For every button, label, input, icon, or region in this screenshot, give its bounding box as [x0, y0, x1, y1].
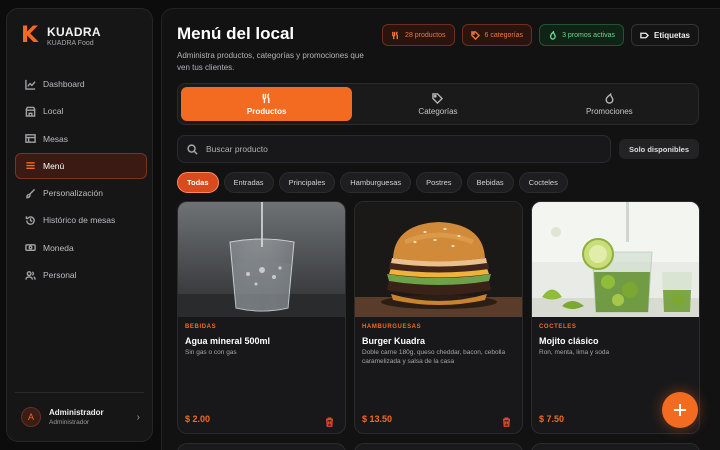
utensils-icon [392, 30, 399, 39]
sidebar: K KUADRA KUADRA Food Dashboard Local Mes… [6, 8, 153, 442]
tab-label: Productos [246, 106, 287, 116]
available-only-button[interactable]: Solo disponibles [619, 139, 700, 159]
banknote-icon [25, 244, 36, 252]
chip-hamburguesas[interactable]: Hamburguesas [340, 172, 412, 193]
chip-entradas[interactable]: Entradas [223, 172, 274, 193]
product-name: Agua mineral 500ml [185, 336, 271, 346]
store-icon [25, 106, 36, 117]
sidebar-divider [15, 392, 144, 393]
user-name: Administrador [49, 408, 104, 417]
sidebar-item-label: Personalización [43, 188, 104, 199]
products-count-badge: 28 productos [382, 24, 455, 46]
sidebar-item-label: Local [43, 106, 64, 117]
chart-line-icon [25, 79, 36, 90]
plus-icon [674, 404, 686, 416]
category-filter-chips: Todas Entradas Principales Hamburguesas … [177, 172, 568, 193]
sidebar-item-label: Moneda [43, 242, 74, 253]
brand-logo: K [21, 23, 39, 48]
product-card[interactable]: BEBIDAS Agua mineral 500ml Sin gas o con… [177, 201, 346, 434]
sidebar-item-label: Personal [43, 270, 77, 281]
search-input[interactable] [206, 144, 586, 154]
chip-postres[interactable]: Postres [416, 172, 462, 193]
brand[interactable]: K KUADRA KUADRA Food [21, 23, 101, 48]
product-card[interactable]: HAMBURGUESAS Burger Kuadra Doble carne 1… [354, 201, 523, 434]
product-category: HAMBURGUESAS [362, 324, 422, 330]
tab-promociones[interactable]: Promociones [524, 87, 695, 121]
sidebar-item-personalizacion[interactable]: Personalización [15, 180, 147, 206]
sidebar-item-mesas[interactable]: Mesas [15, 126, 147, 152]
product-category: BEBIDAS [185, 324, 217, 330]
users-icon [25, 270, 36, 280]
product-grid: BEBIDAS Agua mineral 500ml Sin gas o con… [177, 201, 700, 434]
sidebar-nav: Dashboard Local Mesas Menú Personalizaci… [15, 71, 147, 289]
utensils-icon [262, 92, 270, 103]
product-description: Sin gas o con gas [185, 349, 237, 356]
sidebar-item-label: Dashboard [43, 79, 85, 89]
product-price: $ 13.50 [362, 414, 393, 424]
tab-categorias[interactable]: Categorías [352, 87, 523, 121]
flame-icon [605, 92, 614, 104]
add-product-button[interactable] [662, 392, 698, 428]
sidebar-item-label: Menú [43, 160, 65, 171]
sidebar-item-dashboard[interactable]: Dashboard [15, 71, 147, 97]
chip-principales[interactable]: Principales [278, 172, 336, 193]
brand-name: KUADRA [47, 25, 101, 39]
products-count-label: 28 productos [405, 31, 446, 39]
user-profile[interactable]: A Administrador Administrador › [21, 407, 140, 427]
search-box [177, 135, 611, 163]
categories-count-badge: 6 categorías [461, 24, 533, 46]
trash-icon[interactable] [502, 414, 511, 427]
stats-badges: 28 productos 6 categorías 3 promos activ… [382, 24, 699, 46]
tab-label: Promociones [585, 106, 633, 116]
main-panel: Menú del local Administra productos, cat… [161, 8, 720, 450]
tags-button[interactable]: Etiquetas [630, 24, 699, 46]
product-image-water [178, 202, 345, 317]
chip-bebidas[interactable]: Bebidas [466, 172, 514, 193]
sidebar-item-local[interactable]: Local [15, 98, 147, 124]
tag-icon [470, 30, 480, 40]
product-card[interactable] [354, 443, 523, 450]
sidebar-item-menu[interactable]: Menú [15, 152, 147, 179]
product-name: Burger Kuadra [362, 336, 426, 346]
chip-todas[interactable]: Todas [177, 172, 219, 193]
brush-icon [26, 188, 36, 199]
product-description: Ron, menta, lima y soda [539, 349, 610, 356]
product-image-burger [355, 202, 522, 317]
chevron-right-icon: › [136, 411, 140, 423]
sidebar-item-label: Mesas [43, 133, 69, 144]
tab-label: Categorías [418, 106, 458, 116]
tag-icon [432, 92, 444, 104]
product-price: $ 2.00 [185, 414, 211, 424]
menu-tabs: Productos Categorías Promociones [177, 83, 699, 125]
flame-icon [550, 30, 556, 40]
categories-count-label: 6 categorías [484, 31, 524, 39]
sidebar-item-personal[interactable]: Personal [15, 262, 147, 288]
product-card[interactable] [177, 443, 346, 450]
sidebar-item-historico[interactable]: Histórico de mesas [15, 207, 147, 233]
product-category: COCTELES [539, 324, 577, 330]
menu-icon [26, 162, 35, 170]
page-description: Administra productos, categorías y promo… [177, 51, 364, 72]
product-image-mojito [532, 202, 699, 317]
history-icon [25, 216, 35, 225]
table-icon [25, 134, 36, 143]
brand-subtitle: KUADRA Food [47, 40, 94, 47]
page-title: Menú del local [177, 24, 295, 43]
product-price: $ 7.50 [539, 414, 565, 424]
sidebar-item-label: Histórico de mesas [43, 215, 116, 226]
product-description: Doble carne 180g, queso cheddar, bacon, … [362, 349, 506, 365]
sidebar-item-moneda[interactable]: Moneda [15, 235, 147, 261]
label-icon [640, 32, 649, 38]
user-role: Administrador [49, 419, 90, 426]
product-name: Mojito clásico [539, 336, 599, 346]
avatar: A [21, 407, 41, 427]
promos-count-label: 3 promos activas [562, 31, 615, 39]
tags-button-label: Etiquetas [653, 30, 690, 40]
search-icon [187, 143, 198, 155]
promos-count-badge: 3 promos activas [539, 24, 624, 46]
tab-productos[interactable]: Productos [181, 87, 353, 121]
trash-icon[interactable] [325, 414, 334, 427]
chip-cocteles[interactable]: Cocteles [518, 172, 568, 193]
product-card[interactable] [531, 443, 700, 450]
